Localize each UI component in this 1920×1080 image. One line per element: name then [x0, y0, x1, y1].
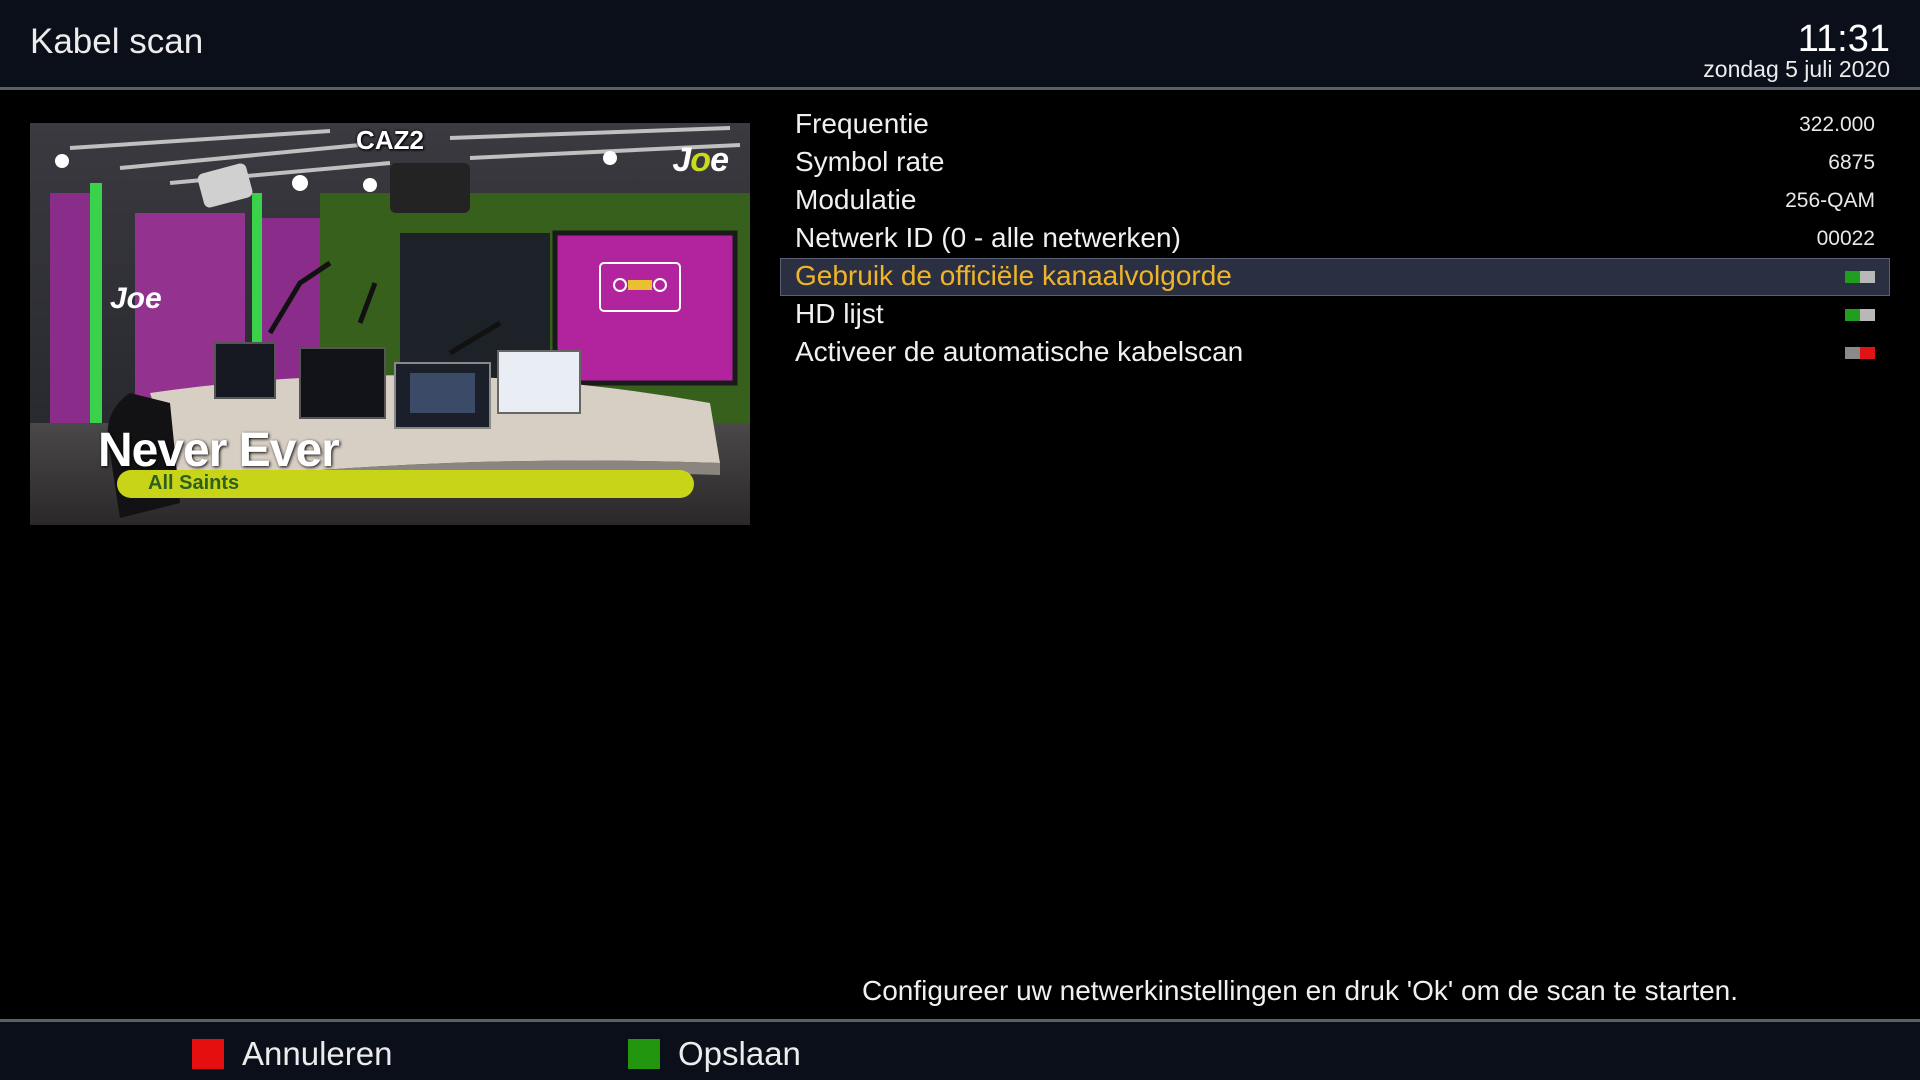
- menu-item-officiele-kanaalvolgorde[interactable]: Gebruik de officiële kanaalvolgorde: [780, 258, 1890, 296]
- toggle-indicator: [1860, 271, 1875, 283]
- toggle-switch-on[interactable]: [1845, 309, 1875, 321]
- toggle-switch-on[interactable]: [1845, 271, 1875, 283]
- menu-item-label: HD lijst: [795, 298, 884, 329]
- header-bar: Kabel scan 11:31 zondag 5 juli 2020: [0, 0, 1920, 87]
- channel-logo-part: J: [672, 141, 691, 179]
- toggle-indicator: [1860, 309, 1875, 321]
- settings-menu: Frequentie 322.000 Symbol rate 6875 Modu…: [780, 106, 1890, 372]
- screen-title: Kabel scan: [30, 22, 204, 61]
- song-artist: All Saints: [148, 472, 240, 494]
- red-key-icon: [192, 1039, 224, 1069]
- menu-item-label: Activeer de automatische kabelscan: [795, 336, 1244, 367]
- toggle-indicator: [1845, 347, 1860, 359]
- header-divider: [0, 87, 1920, 90]
- channel-name: CAZ2: [356, 125, 424, 155]
- menu-item-label: Netwerk ID (0 - alle netwerken): [795, 222, 1181, 253]
- toggle-indicator: [1845, 309, 1860, 321]
- toggle-indicator: [1860, 347, 1875, 359]
- toggle-switch-off[interactable]: [1845, 347, 1875, 359]
- menu-item-symbol-rate[interactable]: Symbol rate 6875: [780, 144, 1890, 182]
- menu-item-value: 322.000: [1799, 113, 1875, 136]
- clock: 11:31: [1797, 18, 1890, 60]
- menu-item-value: 6875: [1828, 151, 1875, 174]
- channel-logo-part: e: [710, 141, 729, 179]
- menu-item-label: Frequentie: [795, 108, 929, 139]
- menu-item-label: Gebruik de officiële kanaalvolgorde: [795, 260, 1232, 291]
- wall-logo: Joe: [110, 282, 162, 315]
- menu-item-value: 00022: [1816, 227, 1875, 250]
- menu-item-automatische-kabelscan[interactable]: Activeer de automatische kabelscan: [780, 334, 1890, 372]
- menu-item-label: Modulatie: [795, 184, 917, 215]
- menu-item-label: Symbol rate: [795, 146, 945, 177]
- toggle-indicator: [1845, 271, 1860, 283]
- help-text: Configureer uw netwerkinstellingen en dr…: [862, 975, 1739, 1006]
- footer-bar: Annuleren Opslaan: [0, 1022, 1920, 1080]
- cancel-button-label: Annuleren: [242, 1035, 393, 1072]
- channel-logo: Joe: [672, 141, 729, 180]
- green-key-icon: [628, 1039, 660, 1069]
- menu-item-value: 256-QAM: [1785, 189, 1875, 212]
- tv-preview: Joe CAZ2 Joe Never Ever All Saints: [30, 123, 750, 525]
- screen: Kabel scan 11:31 zondag 5 juli 2020 Joe …: [0, 0, 1920, 1080]
- save-button-label: Opslaan: [678, 1035, 801, 1072]
- menu-item-hd-lijst[interactable]: HD lijst: [780, 296, 1890, 334]
- song-title: Never Ever: [98, 424, 340, 477]
- cancel-button[interactable]: Annuleren: [192, 1034, 392, 1074]
- menu-item-netwerk-id[interactable]: Netwerk ID (0 - alle netwerken) 00022: [780, 220, 1890, 258]
- menu-item-frequentie[interactable]: Frequentie 322.000: [780, 106, 1890, 144]
- date: zondag 5 juli 2020: [1703, 56, 1890, 82]
- save-button[interactable]: Opslaan: [628, 1034, 801, 1074]
- channel-logo-part: o: [690, 141, 711, 179]
- menu-item-modulatie[interactable]: Modulatie 256-QAM: [780, 182, 1890, 220]
